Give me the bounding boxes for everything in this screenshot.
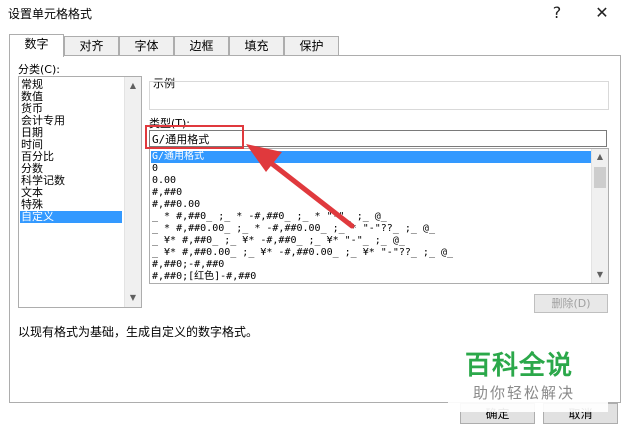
watermark-title: 百科全说 — [465, 351, 574, 381]
tab-number[interactable]: 数字 — [9, 34, 64, 57]
format-cells-dialog: 设置单元格格式 ? ✕ 数字 对齐 字体 边框 填充 保护 分类(C): 常规 … — [0, 0, 628, 432]
watermark-subtitle: 助你轻松解决 — [473, 384, 576, 402]
